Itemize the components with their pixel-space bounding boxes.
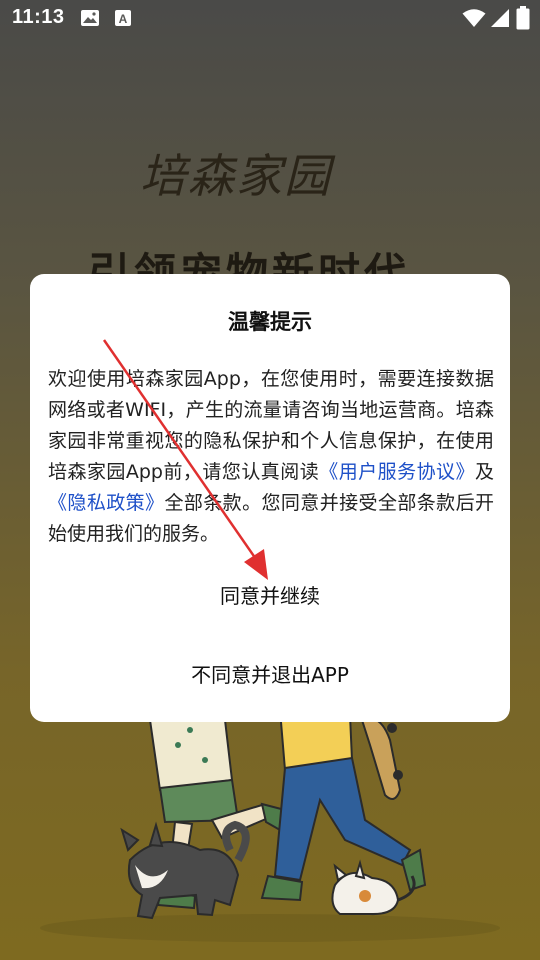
wifi-icon <box>462 9 486 27</box>
splash-illustration <box>40 702 500 942</box>
signal-icon <box>491 9 509 27</box>
battery-icon <box>516 6 530 30</box>
dialog-body: 欢迎使用培森家园App，在您使用时，需要连接数据网络或者WIFI，产生的流量请咨… <box>48 364 494 550</box>
privacy-dialog: 温馨提示 欢迎使用培森家园App，在您使用时，需要连接数据网络或者WIFI，产生… <box>30 274 510 722</box>
disagree-exit-button[interactable]: 不同意并退出APP <box>30 659 510 688</box>
dialog-body-connector: 及 <box>474 461 494 483</box>
svg-text:A: A <box>119 12 128 26</box>
status-bar: 11:13 A <box>0 0 540 36</box>
image-icon <box>81 10 99 26</box>
user-agreement-link[interactable]: 《用户服务协议》 <box>319 461 475 483</box>
text-box-icon: A <box>115 10 131 26</box>
privacy-policy-link[interactable]: 《隐私政策》 <box>48 492 164 514</box>
agree-continue-button[interactable]: 同意并继续 <box>30 580 510 609</box>
app-logo: 培森家园 <box>140 149 332 203</box>
dialog-title: 温馨提示 <box>228 310 312 334</box>
status-time: 11:13 <box>12 6 65 28</box>
